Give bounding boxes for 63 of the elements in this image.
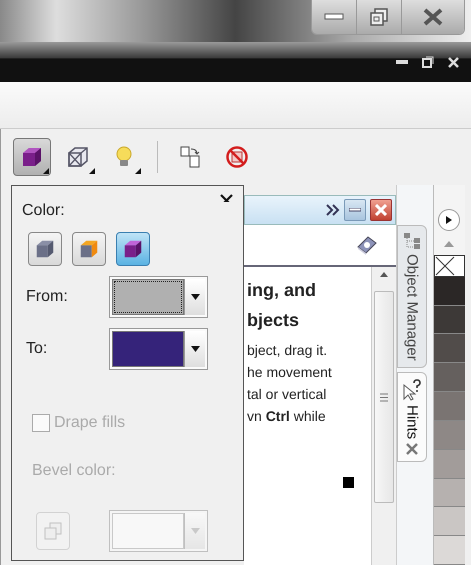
palette-menu-button[interactable] <box>438 209 460 231</box>
object-tree-icon <box>403 232 421 250</box>
shading-button[interactable] <box>72 232 106 266</box>
wireframe-cube-icon <box>66 145 90 169</box>
close-button[interactable] <box>402 0 464 34</box>
close-icon <box>375 204 387 216</box>
caret-icon <box>190 528 200 534</box>
pointer-help-icon <box>402 378 422 401</box>
minimize-button[interactable] <box>312 0 357 34</box>
checkbox-label: Drape fills <box>54 414 126 432</box>
from-label: From: <box>26 288 68 306</box>
hint-heading: bjects <box>247 309 300 331</box>
minimize-icon <box>349 208 361 212</box>
expand-icon[interactable] <box>326 204 340 216</box>
color-picker[interactable] <box>109 510 208 552</box>
layers-icon <box>44 522 62 540</box>
hint-text: vn Ctrl while <box>247 407 327 426</box>
no-color-swatch[interactable] <box>434 254 465 277</box>
color-swatch[interactable] <box>434 478 465 508</box>
caret-icon <box>190 346 200 352</box>
hint-text: tal or vertical <box>247 385 328 404</box>
shading-button[interactable] <box>116 232 150 266</box>
shading-button[interactable] <box>28 232 62 266</box>
color-swatch[interactable] <box>434 536 465 565</box>
color-swatch[interactable] <box>434 392 465 421</box>
resize-handle[interactable] <box>343 477 354 488</box>
cube-icon <box>34 238 56 260</box>
play-icon <box>445 214 453 225</box>
hint-text: bject, drag it. <box>247 341 328 360</box>
color-swatch[interactable] <box>434 276 465 306</box>
scrollbar[interactable] <box>371 267 396 565</box>
restore-button[interactable] <box>357 0 402 34</box>
color-swatch[interactable] <box>434 363 465 392</box>
close-icon[interactable] <box>220 194 233 202</box>
caret-icon <box>190 294 200 300</box>
scroll-up-icon[interactable] <box>444 240 454 247</box>
toolbar-button[interactable] <box>13 138 51 176</box>
cube-icon <box>20 145 44 169</box>
color-picker[interactable] <box>109 328 208 370</box>
clear-icon <box>225 145 249 169</box>
cube-icon <box>122 238 144 260</box>
close-icon <box>422 8 444 26</box>
restore-icon <box>370 8 388 26</box>
checkbox[interactable] <box>32 414 50 432</box>
minimize-icon <box>324 13 344 21</box>
color-picker[interactable] <box>109 276 208 318</box>
docker-tab[interactable]: Hints <box>397 372 427 462</box>
color-swatch[interactable] <box>434 420 465 450</box>
color-swatch[interactable] <box>434 507 465 536</box>
restore-icon[interactable] <box>422 56 434 68</box>
hint-heading: ing, and <box>247 279 317 301</box>
minimize-button[interactable] <box>344 199 366 221</box>
docker-tab[interactable]: Object Manager <box>397 225 427 368</box>
bevel-color-label: Bevel color: <box>32 462 116 479</box>
color-label: Color: <box>22 202 66 220</box>
hint-text: he movement <box>247 363 333 382</box>
grip-icon <box>380 392 388 402</box>
cube-icon <box>78 238 100 260</box>
color-swatch[interactable] <box>434 450 465 479</box>
to-label: To: <box>26 340 48 358</box>
color-swatch[interactable] <box>434 306 465 334</box>
close-button[interactable] <box>370 199 392 221</box>
color-swatch[interactable] <box>434 334 465 364</box>
